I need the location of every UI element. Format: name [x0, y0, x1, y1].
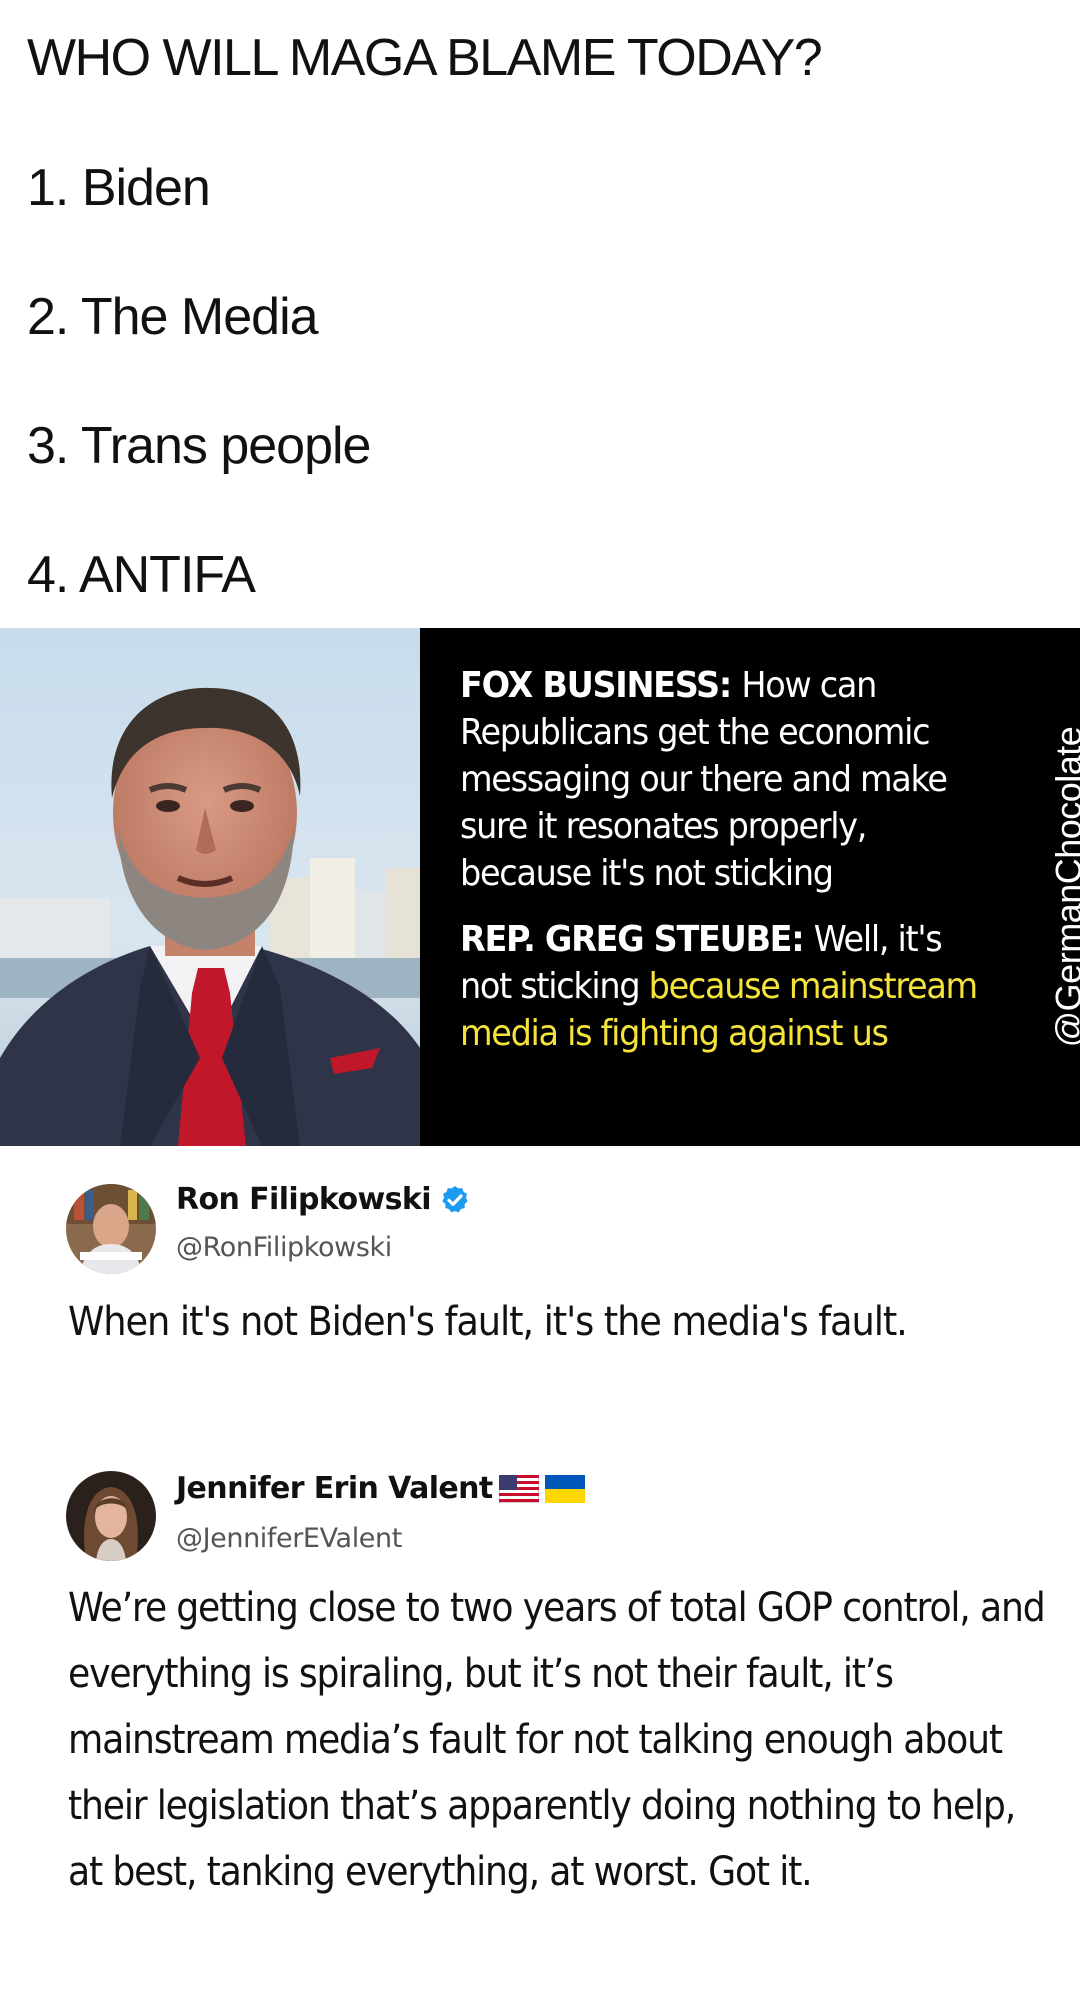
- list-item-4: 4. ANTIFA: [27, 546, 256, 604]
- answer-speaker: REP. GREG STEUBE: [460, 919, 793, 960]
- author-name-text: Ron Filipkowski: [176, 1182, 432, 1217]
- news-photo: [0, 628, 420, 1146]
- answer-block: REP. GREG STEUBE: Well, it's not stickin…: [460, 919, 978, 1054]
- news-panel: FOX BUSINESS: How can Republicans get th…: [0, 628, 1080, 1146]
- verified-badge-icon: [442, 1185, 468, 1212]
- list-item-2: 2. The Media: [27, 288, 319, 346]
- question-block: FOX BUSINESS: How can Republicans get th…: [460, 665, 948, 894]
- us-flag-icon: [498, 1474, 539, 1503]
- tweet-author-handle[interactable]: @JenniferEValent: [176, 1523, 402, 1554]
- headline: WHO WILL MAGA BLAME TODAY?: [27, 29, 823, 87]
- ukraine-flag-icon: [544, 1474, 585, 1503]
- watermark: @GermanChocolate: [1048, 628, 1080, 1146]
- list-item-3: 3. Trans people: [27, 417, 371, 475]
- tweet-author-name[interactable]: Jennifer Erin Valent: [176, 1471, 585, 1506]
- news-quote: FOX BUSINESS: How can Republicans get th…: [460, 662, 981, 1057]
- tweet-body: We’re getting close to two years of tota…: [68, 1585, 1046, 1895]
- question-speaker: FOX BUSINESS: [460, 665, 720, 706]
- avatar[interactable]: [66, 1471, 156, 1561]
- tweet-body: When it's not Biden's fault, it's the me…: [68, 1299, 908, 1345]
- tweet-author-name[interactable]: Ron Filipkowski: [176, 1182, 471, 1217]
- author-name-text: Jennifer Erin Valent: [176, 1471, 493, 1506]
- watermark-text: @GermanChocolate: [1048, 726, 1080, 1048]
- tweet-author-handle[interactable]: @RonFilipkowski: [176, 1232, 392, 1263]
- avatar[interactable]: [66, 1184, 156, 1274]
- list-item-1: 1. Biden: [27, 159, 211, 217]
